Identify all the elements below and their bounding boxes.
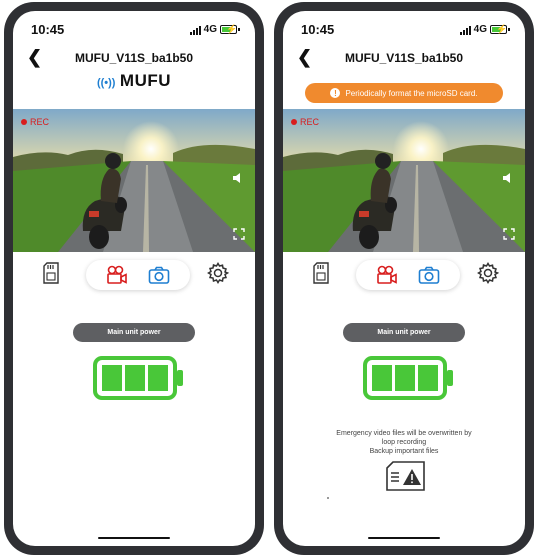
phone-right: 10:45 4G ⚡ ❮ MUFU_V11S_ba1b50 ! Periodic… bbox=[274, 2, 534, 555]
status-time: 10:45 bbox=[301, 22, 335, 37]
home-indicator bbox=[368, 537, 440, 539]
wifi-signal-icon: ((•)) bbox=[96, 77, 116, 89]
gear-icon[interactable] bbox=[207, 262, 229, 284]
rec-label: REC bbox=[30, 117, 50, 127]
capture-mode-toggle bbox=[356, 260, 460, 290]
header: ❮ MUFU_V11S_ba1b50 bbox=[283, 47, 525, 69]
control-bar bbox=[283, 258, 525, 294]
status-bar: 10:45 4G ⚡ bbox=[31, 21, 240, 39]
warning-line-1: Emergency video files will be overwritte… bbox=[336, 430, 472, 437]
signal-icon bbox=[459, 25, 471, 35]
speaker-icon[interactable] bbox=[231, 171, 245, 185]
phone-left: 10:45 4G ⚡ ❮ MUFU_V11S_ba1b50 ((•)) MUFU… bbox=[4, 2, 264, 555]
notice-text: Periodically format the microSD card. bbox=[345, 88, 478, 98]
header: ❮ MUFU_V11S_ba1b50 bbox=[13, 47, 255, 69]
main-unit-battery-icon bbox=[93, 356, 183, 400]
main-unit-power-label: Main unit power bbox=[343, 323, 465, 342]
sd-card-warning-icon bbox=[386, 461, 425, 491]
rec-label: REC bbox=[300, 117, 320, 127]
live-video-preview[interactable]: REC bbox=[283, 109, 525, 252]
home-indicator bbox=[98, 537, 170, 539]
rec-dot-icon bbox=[291, 119, 297, 125]
status-icons: 4G ⚡ bbox=[459, 24, 510, 35]
brand-name: MUFU bbox=[119, 71, 172, 90]
alert-icon: ! bbox=[330, 88, 341, 98]
status-bar: 10:45 4G ⚡ bbox=[301, 21, 510, 39]
photo-camera-icon[interactable] bbox=[148, 266, 170, 284]
status-time: 10:45 bbox=[31, 22, 65, 37]
status-battery-icon: ⚡ bbox=[220, 24, 240, 34]
main-unit-power-label: Main unit power bbox=[73, 323, 195, 342]
app-screen: 10:45 4G ⚡ ❮ MUFU_V11S_ba1b50 ((•)) MUFU… bbox=[13, 11, 255, 546]
signal-icon bbox=[189, 25, 201, 35]
status-icons: 4G ⚡ bbox=[189, 24, 240, 35]
video-camera-icon[interactable] bbox=[106, 265, 128, 285]
overwrite-warning: Emergency video files will be overwritte… bbox=[283, 429, 525, 456]
sd-card-icon[interactable] bbox=[313, 262, 329, 284]
fullscreen-icon[interactable] bbox=[503, 228, 515, 240]
warning-line-2: loop recording bbox=[381, 439, 427, 446]
network-type: 4G bbox=[203, 24, 217, 35]
photo-camera-icon[interactable] bbox=[418, 266, 440, 284]
gear-icon[interactable] bbox=[477, 262, 499, 284]
rec-indicator: REC bbox=[291, 117, 319, 127]
status-battery-icon: ⚡ bbox=[490, 24, 510, 34]
page-title: MUFU_V11S_ba1b50 bbox=[344, 51, 464, 65]
video-frame bbox=[13, 109, 255, 252]
network-type: 4G bbox=[473, 24, 487, 35]
fullscreen-icon[interactable] bbox=[233, 228, 245, 240]
rec-indicator: REC bbox=[21, 117, 49, 127]
format-sd-notice[interactable]: ! Periodically format the microSD card. bbox=[305, 83, 503, 103]
sd-card-icon[interactable] bbox=[43, 262, 59, 284]
page-title: MUFU_V11S_ba1b50 bbox=[74, 51, 194, 65]
video-frame bbox=[283, 109, 525, 252]
control-bar bbox=[13, 258, 255, 294]
app-screen: 10:45 4G ⚡ ❮ MUFU_V11S_ba1b50 ! Periodic… bbox=[283, 11, 525, 546]
warning-line-3: Backup important files bbox=[369, 448, 439, 455]
live-video-preview[interactable]: REC bbox=[13, 109, 255, 252]
decorative-dot bbox=[327, 497, 329, 499]
rec-dot-icon bbox=[21, 119, 27, 125]
speaker-icon[interactable] bbox=[501, 171, 515, 185]
capture-mode-toggle bbox=[86, 260, 190, 290]
video-camera-icon[interactable] bbox=[376, 265, 398, 285]
main-unit-battery-icon bbox=[363, 356, 453, 400]
brand-logo: ((•)) MUFU bbox=[13, 71, 255, 91]
